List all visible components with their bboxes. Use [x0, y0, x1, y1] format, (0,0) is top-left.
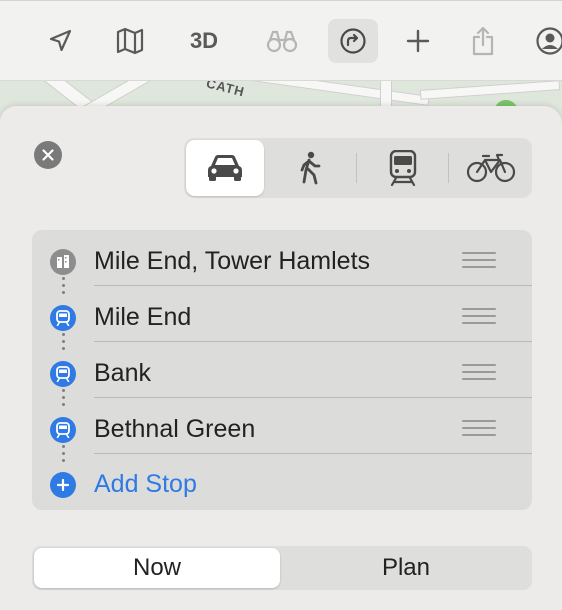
route-stops-list: Mile End, Tower Hamlets Mile End Bank Be… — [32, 230, 532, 510]
add-stop-icon[interactable] — [50, 472, 76, 498]
toolbar-top-border — [0, 0, 562, 1]
close-button[interactable] — [34, 141, 62, 169]
3d-button[interactable]: 3D — [180, 19, 228, 63]
account-icon[interactable] — [530, 19, 562, 63]
map-icon[interactable] — [108, 19, 152, 63]
stop-row[interactable]: Bank — [32, 344, 532, 400]
map-road — [419, 80, 561, 100]
close-icon — [42, 149, 54, 161]
cycle-mode-button[interactable] — [452, 140, 530, 196]
stop-row[interactable]: Bethnal Green — [32, 400, 532, 456]
train-icon — [389, 150, 417, 186]
place-icon — [50, 249, 76, 275]
toolbar: 3D — [0, 0, 562, 81]
reorder-handle-icon[interactable] — [462, 252, 496, 270]
mode-separator — [448, 153, 449, 183]
row-divider — [94, 341, 532, 342]
transit-mode-button[interactable] — [362, 140, 444, 196]
plus-icon[interactable] — [398, 19, 438, 63]
stop-row[interactable]: Mile End — [32, 288, 532, 344]
stop-label[interactable]: Bank — [94, 359, 151, 388]
row-divider — [94, 285, 532, 286]
transport-mode-selector — [184, 138, 532, 198]
reorder-handle-icon[interactable] — [462, 308, 496, 326]
directions-icon[interactable] — [328, 19, 378, 63]
row-divider — [94, 397, 532, 398]
location-arrow-icon[interactable] — [40, 19, 80, 63]
departure-time-selector: Now Plan — [32, 546, 532, 590]
stop-label[interactable]: Mile End — [94, 303, 191, 332]
stop-row[interactable]: Mile End, Tower Hamlets — [32, 232, 532, 288]
plan-option[interactable]: Plan — [282, 548, 530, 588]
reorder-handle-icon[interactable] — [462, 420, 496, 438]
stop-label[interactable]: Bethnal Green — [94, 415, 255, 444]
walk-icon — [300, 151, 321, 185]
bicycle-icon — [466, 153, 516, 183]
now-option[interactable]: Now — [34, 548, 280, 588]
train-station-icon — [50, 417, 76, 443]
binoculars-icon[interactable] — [260, 19, 304, 63]
add-stop-button[interactable]: Add Stop — [94, 470, 197, 499]
reorder-handle-icon[interactable] — [462, 364, 496, 382]
walk-mode-button[interactable] — [270, 140, 350, 196]
add-stop-row[interactable]: Add Stop — [32, 455, 532, 511]
train-station-icon — [50, 305, 76, 331]
car-icon — [208, 155, 242, 181]
train-station-icon — [50, 361, 76, 387]
mode-separator — [356, 153, 357, 183]
stop-label[interactable]: Mile End, Tower Hamlets — [94, 247, 370, 276]
car-mode-button[interactable] — [186, 140, 264, 196]
share-icon[interactable] — [463, 19, 503, 63]
row-divider — [94, 453, 532, 454]
